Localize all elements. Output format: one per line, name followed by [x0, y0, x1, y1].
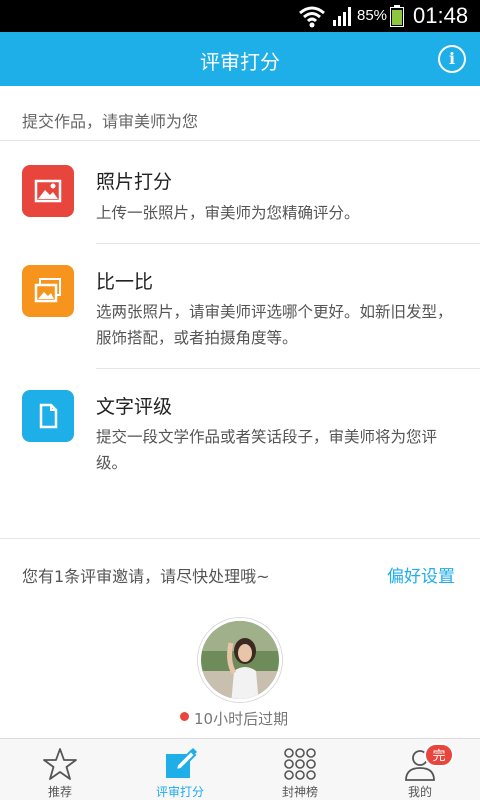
star-icon	[43, 748, 77, 780]
divider	[96, 243, 480, 244]
status-bar: 85% 01:48	[0, 0, 480, 32]
wifi-icon	[299, 6, 325, 28]
avatar[interactable]	[198, 618, 282, 702]
clock: 01:48	[413, 3, 469, 28]
option-title: 比一比	[96, 271, 154, 293]
tab-label: 推荐	[47, 785, 72, 799]
divider	[96, 368, 480, 369]
expire-text: 10小时后过期	[194, 710, 289, 728]
option-desc: 上传一张照片，审美师为您精确评分。	[96, 204, 360, 222]
status-dot	[180, 712, 189, 721]
option-title: 照片打分	[96, 171, 173, 193]
tab-label: 封神榜	[281, 785, 318, 799]
battery-percent: 85%	[357, 7, 388, 24]
divider	[0, 538, 480, 539]
image-icon	[22, 165, 74, 217]
grid-icon	[284, 748, 316, 780]
tab-mine[interactable]: 我的	[360, 739, 480, 800]
option-desc: 提交一段文学作品或者笑话段子，审美师将为您评级。	[96, 428, 438, 472]
divider	[0, 140, 480, 141]
info-button[interactable]: i	[438, 45, 466, 73]
intro-text: 提交作品，请审美师为您	[22, 112, 199, 131]
signal-icon	[333, 7, 351, 26]
notification-badge: 完	[424, 743, 454, 767]
images-compare-icon	[22, 265, 74, 317]
avatar-photo	[201, 621, 279, 699]
page-title: 评审打分	[200, 50, 280, 74]
tab-label: 我的	[407, 785, 432, 799]
preference-settings-link[interactable]: 偏好设置	[387, 562, 455, 587]
tab-recommend[interactable]: 推荐	[0, 739, 120, 800]
tab-review-score[interactable]: 评审打分	[120, 739, 240, 800]
option-title: 文字评级	[96, 396, 173, 418]
document-icon	[22, 390, 74, 442]
tab-bar: 推荐 评审打分 封神榜 我的	[0, 738, 480, 800]
edit-icon	[166, 747, 198, 778]
invite-text: 您有1条评审邀请，请尽快处理哦~	[22, 567, 270, 586]
tab-leaderboard[interactable]: 封神榜	[240, 739, 360, 800]
battery-icon	[390, 5, 404, 27]
option-desc: 选两张照片，请审美师评选哪个更好。如新旧发型，服饰搭配，或者拍摄角度等。	[96, 303, 453, 347]
app-header: 评审打分 i	[0, 32, 480, 86]
tab-label: 评审打分	[155, 785, 204, 799]
